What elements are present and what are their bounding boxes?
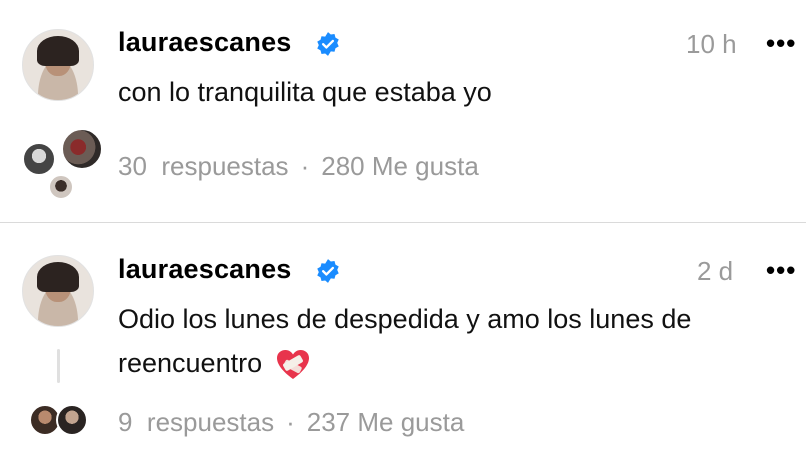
likes-count[interactable]: 237 Me gusta bbox=[307, 407, 465, 438]
stats-separator: · bbox=[300, 151, 310, 181]
reply-avatar bbox=[22, 142, 56, 176]
verified-badge-icon bbox=[317, 32, 339, 56]
mending-heart-emoji bbox=[276, 349, 309, 379]
thread-connector-line bbox=[57, 349, 60, 383]
post-username[interactable]: lauraescanes bbox=[118, 27, 292, 58]
more-options-icon[interactable]: ••• bbox=[766, 255, 796, 286]
stats-separator: · bbox=[286, 407, 295, 437]
reply-avatar bbox=[61, 128, 103, 170]
thread-post-2: lauraescanes 2 d ••• Odio los lunes de d… bbox=[0, 223, 806, 453]
verified-badge-icon bbox=[317, 259, 339, 283]
post-username[interactable]: lauraescanes bbox=[118, 254, 292, 285]
avatar[interactable] bbox=[22, 29, 94, 101]
post-timestamp: 2 d bbox=[697, 256, 734, 286]
likes-count[interactable]: 280 Me gusta bbox=[321, 151, 479, 182]
post-text: con lo tranquilita que estaba yo bbox=[118, 77, 492, 107]
replies-count[interactable]: 30 respuestas bbox=[118, 151, 289, 182]
post-stats: 30 respuestas · 280 Me gusta bbox=[118, 151, 479, 182]
thread-post-1: lauraescanes 10 h ••• con lo tranquilita… bbox=[0, 0, 806, 222]
post-text-content: Odio los lunes de despedida y amo los lu… bbox=[118, 304, 692, 378]
avatar[interactable] bbox=[22, 255, 94, 327]
post-timestamp: 10 h bbox=[686, 29, 737, 59]
reply-avatar bbox=[56, 404, 88, 436]
more-options-icon[interactable]: ••• bbox=[766, 28, 796, 59]
post-text: Odio los lunes de despedida y amo los lu… bbox=[118, 297, 778, 385]
reply-avatar bbox=[48, 174, 74, 200]
post-stats: 9 respuestas · 237 Me gusta bbox=[118, 407, 464, 438]
replies-count[interactable]: 9 respuestas bbox=[118, 407, 274, 438]
